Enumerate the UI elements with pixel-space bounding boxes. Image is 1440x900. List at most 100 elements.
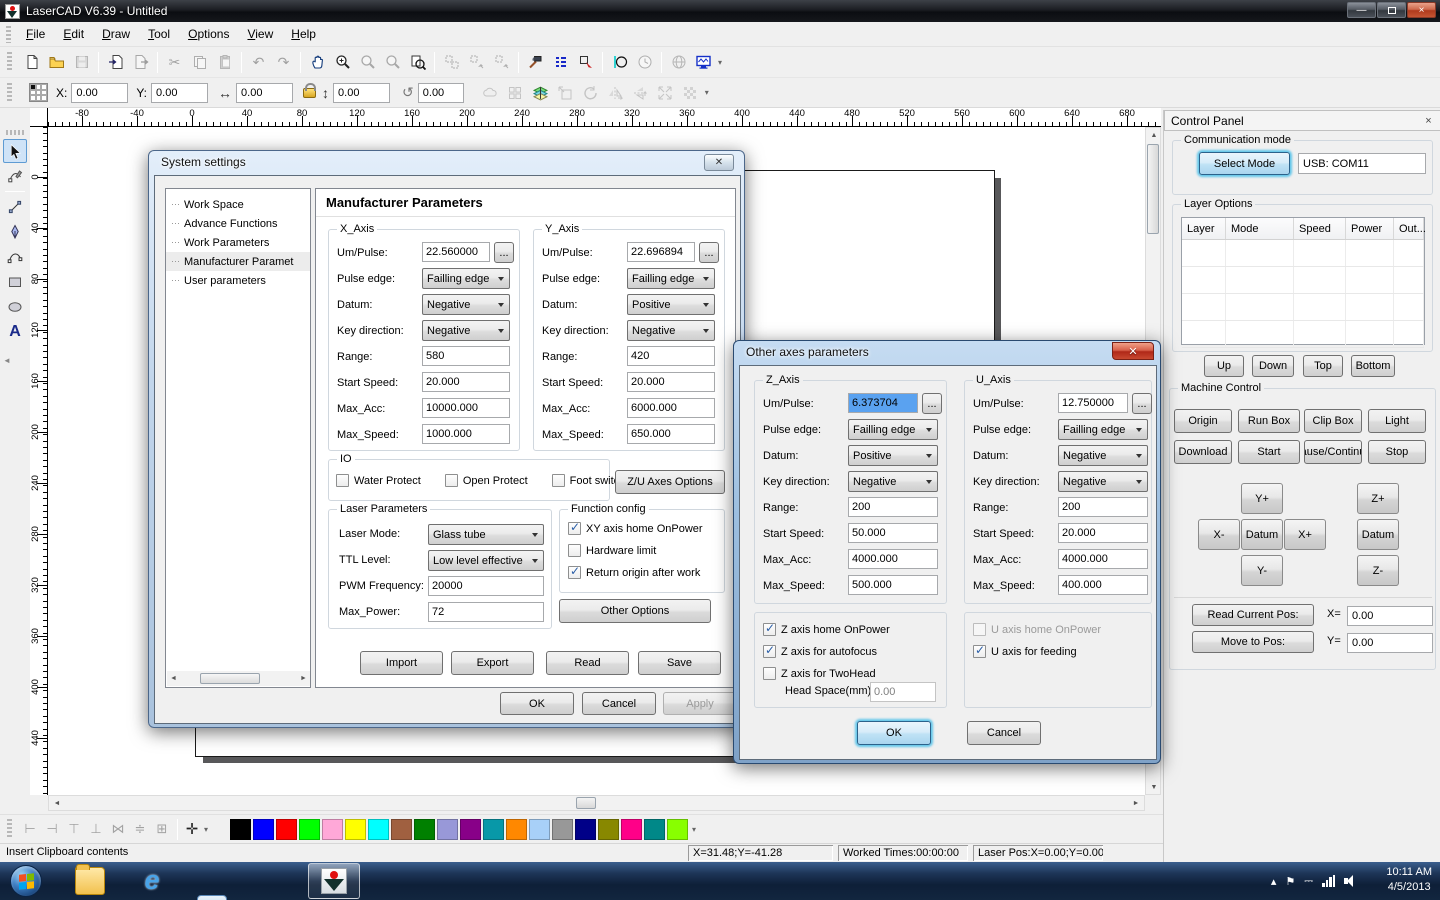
checkbox-icon[interactable] xyxy=(568,566,581,579)
tools-icon[interactable] xyxy=(524,51,547,74)
download-button[interactable]: Download xyxy=(1174,440,1232,464)
menu-item-file[interactable]: File xyxy=(17,24,54,44)
apply-button[interactable]: Apply xyxy=(663,692,737,715)
stop-button[interactable]: Stop xyxy=(1368,440,1426,464)
comm-port-field[interactable]: USB: COM11 xyxy=(1298,153,1426,174)
max-speed-field[interactable]: 1000.000 xyxy=(422,424,510,444)
um-pulse-browse-button[interactable]: ... xyxy=(1132,393,1152,414)
max-power-field[interactable]: 72 xyxy=(428,602,544,622)
y-position-field[interactable]: 0.00 xyxy=(151,83,208,103)
tree-item-user-parameters[interactable]: User parameters xyxy=(166,271,310,290)
align-left-icon[interactable]: ⊢ xyxy=(20,819,40,839)
toolbar-overflow-icon[interactable]: ▾ xyxy=(204,825,208,834)
key-direction-select[interactable]: Negative xyxy=(1058,471,1148,492)
import-button[interactable]: Import xyxy=(360,651,443,675)
um-pulse-field[interactable]: 12.750000 xyxy=(1058,393,1128,413)
horizontal-scroll-thumb[interactable] xyxy=(576,797,596,809)
scroll-up-icon[interactable]: ▲ xyxy=(1146,128,1162,142)
redo-icon[interactable]: ↷ xyxy=(272,51,295,74)
tray-expand-icon[interactable]: ▴ xyxy=(1271,875,1277,888)
network-signal-icon[interactable] xyxy=(1322,875,1335,887)
jog-datum-z-button[interactable]: Datum xyxy=(1357,519,1399,550)
ttl-level-select[interactable]: Low level effective xyxy=(428,550,544,571)
tree-item-advance-functions[interactable]: Advance Functions xyxy=(166,214,310,233)
scroll-down-icon[interactable]: ▼ xyxy=(1146,780,1162,794)
center-horizontal-icon[interactable]: ⋈ xyxy=(108,819,128,839)
minimize-button[interactable]: — xyxy=(1347,2,1376,18)
um-pulse-browse-button[interactable]: ... xyxy=(699,242,719,263)
start-speed-field[interactable]: 50.000 xyxy=(848,523,938,543)
zoom-in-out-icon[interactable] xyxy=(331,51,354,74)
ungroup-icon[interactable] xyxy=(465,51,488,74)
color-swatch[interactable] xyxy=(368,819,389,840)
layer-column-speed[interactable]: Speed xyxy=(1294,218,1346,239)
color-swatch[interactable] xyxy=(621,819,642,840)
jog-x-plus-button[interactable]: X+ xyxy=(1284,519,1326,550)
datum-select[interactable]: Positive xyxy=(627,294,715,315)
other-axes-close-icon[interactable]: ✕ xyxy=(1112,342,1154,360)
jog-x-minus-button[interactable]: X- xyxy=(1198,519,1240,550)
other-options-button[interactable]: Other Options xyxy=(559,599,711,623)
laser-mode-select[interactable]: Glass tube xyxy=(428,524,544,545)
close-button[interactable]: × xyxy=(1407,2,1436,18)
align-bottom-icon[interactable]: ⊥ xyxy=(86,819,106,839)
max-acc-field[interactable]: 6000.000 xyxy=(627,398,715,418)
line-tool-icon[interactable] xyxy=(3,195,27,219)
save-button[interactable]: Save xyxy=(638,651,721,675)
top-button[interactable]: Top xyxy=(1303,355,1343,377)
param-list-icon[interactable] xyxy=(549,51,572,74)
checkbox-icon[interactable] xyxy=(568,522,581,535)
menu-item-tool[interactable]: Tool xyxy=(139,24,179,44)
paste-icon[interactable] xyxy=(213,51,236,74)
delete-group-icon[interactable] xyxy=(490,51,513,74)
color-swatch[interactable] xyxy=(529,819,550,840)
color-swatch[interactable] xyxy=(437,819,458,840)
import-icon[interactable] xyxy=(104,51,127,74)
select-mode-button[interactable]: Select Mode xyxy=(1199,152,1290,175)
up-button[interactable]: Up xyxy=(1204,355,1244,377)
start-button[interactable] xyxy=(10,865,42,897)
color-swatch[interactable] xyxy=(230,819,251,840)
datum-select[interactable]: Negative xyxy=(422,294,510,315)
max-acc-field[interactable]: 10000.000 xyxy=(422,398,510,418)
tree-scrollbar[interactable]: ◄ ► xyxy=(167,671,310,686)
lasercad-taskbar-button[interactable] xyxy=(308,863,360,899)
max-speed-field[interactable]: 650.000 xyxy=(627,424,715,444)
align-top-icon[interactable]: ⊤ xyxy=(64,819,84,839)
center-vertical-icon[interactable]: ≑ xyxy=(130,819,150,839)
color-swatch[interactable] xyxy=(575,819,596,840)
axes-ok-button[interactable]: OK xyxy=(857,721,931,745)
color-swatch[interactable] xyxy=(460,819,481,840)
color-swatch[interactable] xyxy=(414,819,435,840)
layer-column-layer[interactable]: Layer xyxy=(1182,218,1226,239)
rotate-object-icon[interactable] xyxy=(579,81,602,104)
preview-icon[interactable] xyxy=(692,51,715,74)
key-direction-select[interactable]: Negative xyxy=(848,471,938,492)
color-swatch[interactable] xyxy=(598,819,619,840)
control-panel-close-icon[interactable]: × xyxy=(1421,114,1436,129)
toolbar-collapse-icon[interactable]: ◄ xyxy=(0,356,30,365)
color-swatch[interactable] xyxy=(253,819,274,840)
color-swatch[interactable] xyxy=(506,819,527,840)
pen-tool-icon[interactable] xyxy=(3,220,27,244)
timer-icon[interactable] xyxy=(633,51,656,74)
start-speed-field[interactable]: 20.000 xyxy=(627,372,715,392)
layer-table-row[interactable] xyxy=(1182,240,1424,267)
layer-column-out[interactable]: Out... xyxy=(1394,218,1424,239)
resize-icon[interactable] xyxy=(554,81,577,104)
color-swatch[interactable] xyxy=(483,819,504,840)
layer-column-power[interactable]: Power xyxy=(1346,218,1394,239)
explorer-taskbar-icon[interactable] xyxy=(75,867,105,895)
rect-tool-icon[interactable] xyxy=(3,270,27,294)
head-space-field[interactable]: 0.00 xyxy=(870,682,936,702)
pan-icon[interactable] xyxy=(306,51,329,74)
color-swatch[interactable] xyxy=(322,819,343,840)
read-current-pos-button[interactable]: Read Current Pos: xyxy=(1192,604,1314,626)
pwm-frequency-field[interactable]: 20000 xyxy=(428,576,544,596)
range-field[interactable]: 580 xyxy=(422,346,510,366)
current-y-field[interactable]: 0.00 xyxy=(1347,633,1433,653)
bottom-button[interactable]: Bottom xyxy=(1351,355,1395,377)
menu-item-draw[interactable]: Draw xyxy=(93,24,139,44)
um-pulse-field[interactable]: 22.696894 xyxy=(627,242,695,262)
checkbox-icon[interactable] xyxy=(763,667,776,680)
